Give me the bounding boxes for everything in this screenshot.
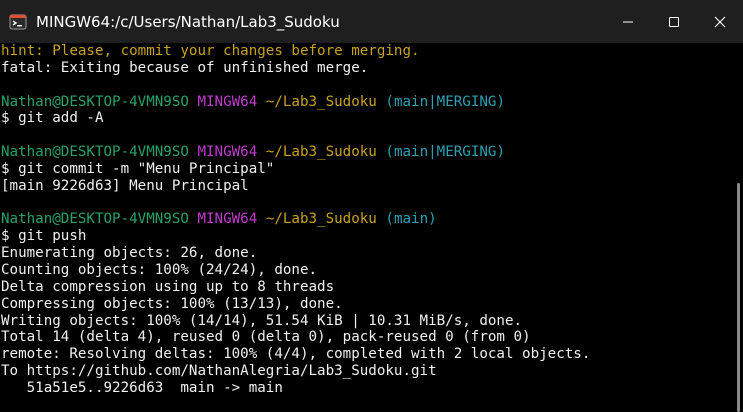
output-line: 51a51e5..9226d63 main -> main xyxy=(1,379,283,396)
window-title: MINGW64:/c/Users/Nathan/Lab3_Sudoku xyxy=(36,12,340,31)
prompt-user: Nathan@DESKTOP-4VMN9SO xyxy=(1,211,189,228)
prompt-env: MINGW64 xyxy=(197,211,258,228)
prompt-env: MINGW64 xyxy=(197,144,258,161)
prompt-user: Nathan@DESKTOP-4VMN9SO xyxy=(1,144,189,161)
command-line: $ git push xyxy=(1,228,87,245)
prompt-path: ~/Lab3_Sudoku xyxy=(265,144,377,161)
prompt-env: MINGW64 xyxy=(197,93,258,110)
output-line: Enumerating objects: 26, done. xyxy=(1,245,258,262)
git-bash-icon xyxy=(9,13,27,31)
maximize-button[interactable] xyxy=(651,0,697,43)
output-line: remote: Resolving deltas: 100% (4/4), co… xyxy=(1,346,591,363)
output-line: Writing objects: 100% (14/14), 51.54 KiB… xyxy=(1,312,523,329)
close-icon xyxy=(714,16,726,27)
prompt-path: ~/Lab3_Sudoku xyxy=(265,211,377,228)
scrollbar[interactable] xyxy=(733,43,743,412)
fatal-line: fatal: Exiting because of unfinished mer… xyxy=(1,59,369,76)
prompt-path: ~/Lab3_Sudoku xyxy=(265,93,377,110)
window-controls xyxy=(605,0,743,43)
scroll-thumb[interactable] xyxy=(737,183,740,412)
terminal-window: MINGW64:/c/Users/Nathan/Lab3_Sudoku hint… xyxy=(0,0,743,412)
prompt-branch: (main|MERGING) xyxy=(385,144,505,161)
output-line: Delta compression using up to 8 threads xyxy=(1,278,335,295)
command-line: $ git add -A xyxy=(1,110,104,127)
output-line: Total 14 (delta 4), reused 0 (delta 0), … xyxy=(1,329,531,346)
title-bar[interactable]: MINGW64:/c/Users/Nathan/Lab3_Sudoku xyxy=(0,0,743,43)
output-line: To https://github.com/NathanAlegria/Lab3… xyxy=(1,363,437,380)
prompt-branch: (main|MERGING) xyxy=(385,93,505,110)
prompt-branch: (main) xyxy=(385,211,437,228)
minimize-icon xyxy=(623,21,633,22)
maximize-icon xyxy=(669,16,679,27)
command-line: $ git commit -m "Menu Principal" xyxy=(1,160,275,177)
prompt-line: Nathan@DESKTOP-4VMN9SO MINGW64 ~/Lab3_Su… xyxy=(0,94,733,111)
prompt-line: Nathan@DESKTOP-4VMN9SO MINGW64 ~/Lab3_Su… xyxy=(0,211,733,228)
hint-line: hint: Please, commit your changes before… xyxy=(1,43,420,59)
output-line: Compressing objects: 100% (13/13), done. xyxy=(1,295,343,312)
output-line: Counting objects: 100% (24/24), done. xyxy=(1,261,318,278)
close-button[interactable] xyxy=(697,0,743,43)
output-line: [main 9226d63] Menu Principal xyxy=(1,177,249,194)
terminal-output[interactable]: hint: Please, commit your changes before… xyxy=(0,43,733,412)
minimize-button[interactable] xyxy=(605,0,651,43)
prompt-line: Nathan@DESKTOP-4VMN9SO MINGW64 ~/Lab3_Su… xyxy=(0,144,733,161)
prompt-user: Nathan@DESKTOP-4VMN9SO xyxy=(1,93,189,110)
